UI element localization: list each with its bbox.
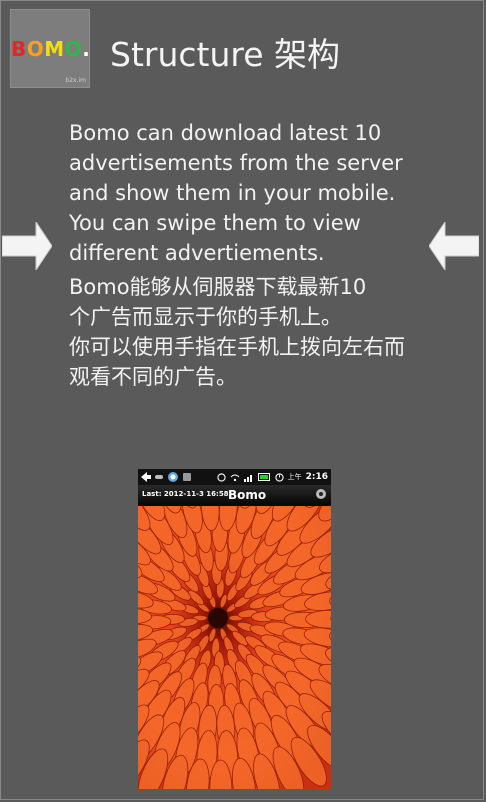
signal-icon	[243, 474, 252, 482]
status-time: 2:16	[305, 472, 328, 482]
app-bar: Last: 2012-11-3 16:58 Bomo	[138, 485, 331, 506]
logo-letter: M	[44, 37, 65, 61]
last-updated-label: Last: 2012-11-3 16:58	[142, 490, 229, 498]
gear-icon[interactable]	[315, 488, 327, 500]
arrow-left-icon[interactable]	[429, 222, 479, 270]
back-icon	[141, 472, 151, 482]
description-chinese-2: 你可以使用手指在手机上拨向左右而观看不同的广告。	[69, 335, 405, 389]
notification-icon	[183, 473, 191, 481]
logo-subtext: b2x.im	[65, 77, 86, 84]
usb-icon	[155, 475, 163, 479]
description: Bomo can download latest 10 advertisemen…	[69, 118, 414, 392]
description-chinese-1: Bomo能够从伺服器下载最新10个广告而显示于你的手机上。	[69, 275, 367, 329]
logo-wordmark: BOMO.	[11, 37, 90, 61]
battery-icon	[257, 473, 270, 481]
sync-icon	[168, 472, 178, 482]
description-english: Bomo can download latest 10 advertisemen…	[69, 121, 403, 265]
status-bar: 上午 2:16	[138, 469, 331, 485]
clock-icon	[274, 472, 284, 482]
wifi-icon	[230, 474, 239, 481]
alarm-icon	[216, 472, 226, 482]
logo-letter: B	[11, 37, 27, 61]
logo-letter: .	[82, 37, 91, 61]
logo-letter: O	[64, 37, 83, 61]
phone-screenshot: 上午 2:16 Last: 2012-11-3 16:58 Bomo	[138, 469, 331, 789]
flower-advertisement-image[interactable]	[138, 506, 331, 789]
page-title: Structure 架构	[110, 35, 341, 74]
bomo-logo: BOMO. b2x.im	[10, 9, 90, 88]
status-ampm: 上午	[287, 473, 302, 481]
app-name: Bomo	[228, 488, 267, 502]
arrow-right-icon[interactable]	[2, 222, 52, 270]
logo-letter: O	[26, 37, 45, 61]
